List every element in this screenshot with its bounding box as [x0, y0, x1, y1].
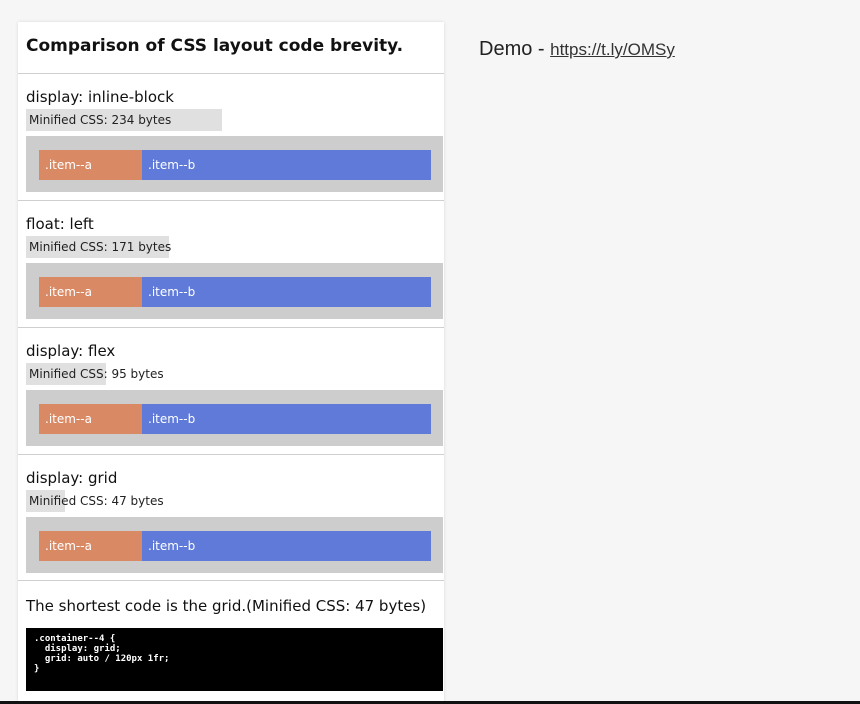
item-b-block: .item--b [142, 404, 431, 434]
size-label: Minified CSS: 171 bytes [29, 240, 172, 254]
divider [18, 580, 444, 581]
demo-label: Demo - [479, 38, 551, 60]
section-heading-flex: display: flex [26, 342, 116, 360]
size-label: Minified CSS: 234 bytes [29, 113, 172, 127]
divider [18, 327, 444, 328]
divider [18, 73, 444, 74]
item-a-block: .item--a [39, 150, 142, 180]
demo-box-grid: .item--a .item--b [26, 517, 443, 573]
divider [18, 200, 444, 201]
divider [18, 454, 444, 455]
demo-box-float: .item--a .item--b [26, 263, 443, 319]
section-heading-float: float: left [26, 215, 94, 233]
demo-line: Demo - https://t.ly/OMSy [479, 38, 675, 61]
demo-link[interactable]: https://t.ly/OMSy [550, 40, 675, 59]
item-b-block: .item--b [142, 150, 431, 180]
item-b-block: .item--b [142, 531, 431, 561]
item-b-block: .item--b [142, 277, 431, 307]
item-a-block: .item--a [39, 404, 142, 434]
size-label: Minified CSS: 47 bytes [29, 494, 164, 508]
conclusion-text: The shortest code is the grid.(Minified … [26, 597, 427, 615]
comparison-card: Comparison of CSS layout code brevity. d… [18, 22, 444, 702]
code-block: .container--4 { display: grid; grid: aut… [26, 628, 443, 691]
item-a-block: .item--a [39, 277, 142, 307]
demo-box-flex: .item--a .item--b [26, 390, 443, 446]
item-a-block: .item--a [39, 531, 142, 561]
section-heading-grid: display: grid [26, 469, 118, 487]
section-heading-inline-block: display: inline-block [26, 88, 174, 106]
demo-box-inline-block: .item--a .item--b [26, 136, 443, 192]
slide-frame: Comparison of CSS layout code brevity. d… [0, 0, 860, 704]
size-label: Minified CSS: 95 bytes [29, 367, 164, 381]
card-title: Comparison of CSS layout code brevity. [26, 36, 404, 56]
